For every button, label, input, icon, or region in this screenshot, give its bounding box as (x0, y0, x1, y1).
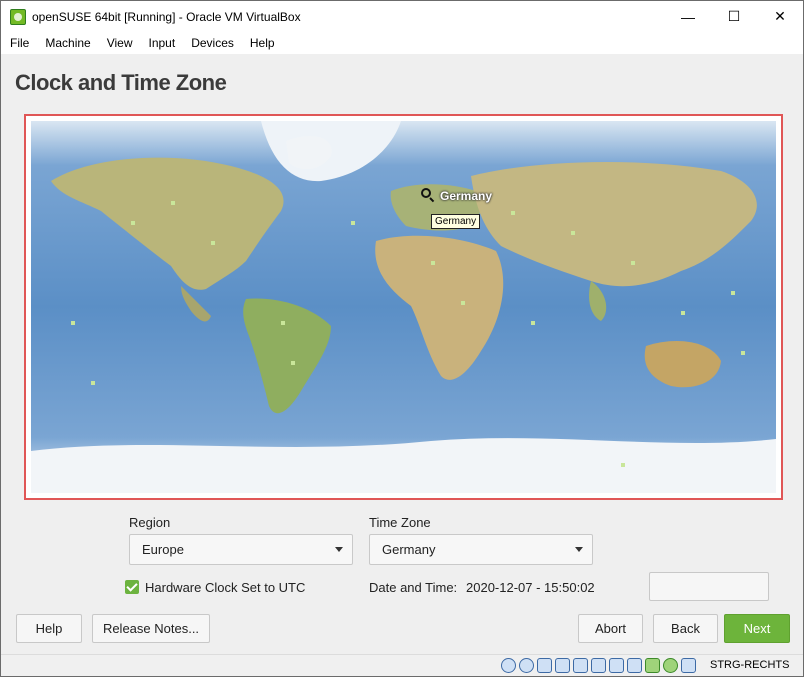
status-bar: STRG-RECHTS (1, 654, 803, 676)
virtualbox-app-icon (10, 8, 26, 25)
datetime-value: 2020-12-07 - 15:50:02 (466, 580, 595, 595)
display-icon[interactable] (609, 658, 624, 673)
world-map-frame: Germany Germany (24, 114, 783, 500)
window-title: openSUSE 64bit [Running] - Oracle VM Vir… (32, 9, 301, 24)
menu-help[interactable]: Help (241, 36, 282, 50)
help-button[interactable]: Help (16, 614, 82, 643)
minimize-button[interactable]: — (665, 1, 711, 32)
back-button[interactable]: Back (653, 614, 718, 643)
device-icons (501, 658, 696, 673)
release-notes-button[interactable]: Release Notes... (92, 614, 210, 643)
timezone-select[interactable]: Germany (369, 534, 593, 565)
harddisk-icon[interactable] (501, 658, 516, 673)
virtualbox-window: openSUSE 64bit [Running] - Oracle VM Vir… (0, 0, 804, 677)
close-button[interactable]: ✕ (757, 1, 803, 32)
abort-button[interactable]: Abort (578, 614, 643, 643)
title-bar[interactable]: openSUSE 64bit [Running] - Oracle VM Vir… (1, 1, 803, 32)
next-button[interactable]: Next (724, 614, 790, 643)
window-controls: — ☐ ✕ (665, 1, 803, 32)
menu-machine[interactable]: Machine (36, 36, 97, 50)
map-selected-label: Germany (440, 189, 493, 203)
host-key-label: STRG-RECHTS (710, 659, 790, 671)
audio-icon[interactable] (537, 658, 552, 673)
other-settings-button[interactable] (649, 572, 769, 601)
guest-screen: Clock and Time Zone Germany Germany Regi… (1, 54, 803, 654)
shared-folder-icon[interactable] (573, 658, 588, 673)
cpu-icon[interactable] (645, 658, 660, 673)
region-label: Region (129, 515, 171, 530)
keyboard-icon[interactable] (681, 658, 696, 673)
optical-drive-icon[interactable] (519, 658, 534, 673)
menu-input[interactable]: Input (140, 36, 183, 50)
mouse-integration-icon[interactable] (663, 658, 678, 673)
page-title: Clock and Time Zone (15, 70, 227, 95)
location-search-icon (421, 188, 431, 198)
video-capture-icon[interactable] (627, 658, 642, 673)
hwclock-checkbox[interactable] (125, 580, 139, 594)
menu-view[interactable]: View (98, 36, 140, 50)
datetime-label: Date and Time: (369, 580, 458, 595)
hwclock-label[interactable]: Hardware Clock Set to UTC (145, 580, 305, 595)
network-icon[interactable] (555, 658, 570, 673)
chevron-down-icon (335, 547, 343, 552)
timezone-label: Time Zone (369, 515, 431, 530)
maximize-button[interactable]: ☐ (711, 1, 757, 32)
menu-file[interactable]: File (1, 36, 36, 50)
world-map[interactable] (31, 121, 776, 493)
chevron-down-icon (575, 547, 583, 552)
timezone-value: Germany (382, 542, 436, 557)
map-tooltip: Germany (431, 214, 481, 229)
usb-icon[interactable] (591, 658, 606, 673)
menu-devices[interactable]: Devices (182, 36, 241, 50)
region-select[interactable]: Europe (129, 534, 353, 565)
menu-bar: File Machine View Input Devices Help (1, 32, 803, 54)
region-value: Europe (142, 542, 184, 557)
